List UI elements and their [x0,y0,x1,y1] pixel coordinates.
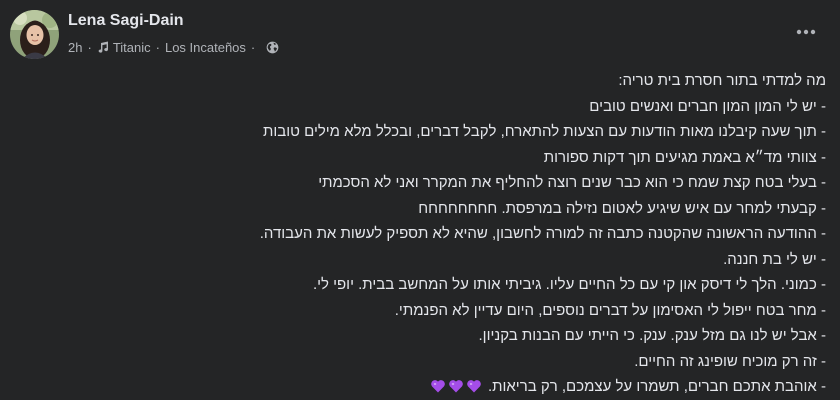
post-line: - תוך שעה קיבלנו מאות הודעות עם הצעות לה… [262,123,826,140]
more-options-button[interactable] [786,18,826,46]
purple-heart-icon [430,380,445,393]
post-line: - כמוני. הלך לי דיסק און קי עם כל החיים … [312,276,826,293]
post-line: - זה רק מוכיח שופינג זה החיים. [634,352,826,370]
post-line-last: - אוהבת אתכם חברים, תשמרו על עצמכם, רק ב… [30,374,826,400]
song-artist-link[interactable]: Los Incateños [165,40,246,55]
meta-separator: · [250,39,256,55]
post-meta: 2h · Titanic · Los Incateños · [68,38,279,56]
avatar[interactable] [10,10,59,59]
post-line: - יש לי בת חננה. [723,250,826,268]
post-line: - אבל יש לנו גם מזל ענק. ענק. כי הייתי ע… [478,327,826,344]
meta-separator: · [87,39,92,55]
post-timestamp[interactable]: 2h [68,40,82,55]
post-line: - צוותי מד״א באמת מגיעים תוך דקות ספורות [543,148,826,166]
purple-hearts [430,378,482,394]
globe-icon[interactable] [266,41,279,54]
music-note-icon [97,41,109,53]
post-line: - ההודעה הראשונה שהקטנה כתבה זה למורה לח… [259,225,826,242]
author-name[interactable]: Lena Sagi-Dain [68,12,184,30]
song-title-link[interactable]: Titanic [113,40,151,55]
meta-separator: · [155,39,160,55]
post-text: מה למדתי בתור חסרת בית טריה: - יש לי המו… [30,68,826,400]
post-header: Lena Sagi-Dain 2h · Titanic · Los Incate… [0,0,840,70]
avatar-photo [10,10,59,59]
post-line: - מחר בטח ייפול לי האסימון על דברים נוספ… [394,301,826,319]
post-line-text: - אוהבת אתכם חברים, תשמרו על עצמכם, רק ב… [487,378,826,395]
post-line: - בעלי בטח קצת שמח כי הוא כבר שנים רוצה … [318,174,826,191]
post-line: - קבעתי למחר עם איש שיגיע לאטום נזילה במ… [418,199,826,217]
purple-heart-icon [466,380,481,393]
more-dots-icon [796,29,816,35]
post-line: מה למדתי בתור חסרת בית טריה: [618,72,826,89]
purple-heart-icon [448,380,463,393]
post-line: - יש לי המון המון חברים ואנשים טובים [589,97,826,115]
